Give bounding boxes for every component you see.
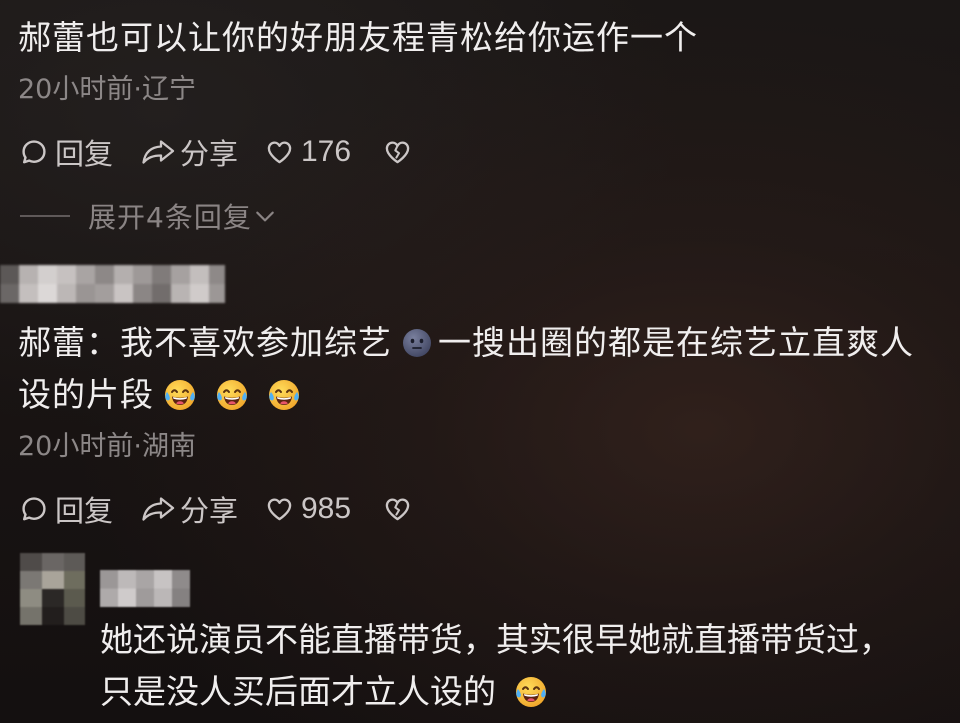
- broken-heart-icon: [385, 498, 410, 521]
- reply-text-line: 只是没人买后面才立人设的: [100, 670, 548, 714]
- reply-button[interactable]: 回复: [20, 489, 113, 529]
- speech-bubble-icon: [22, 497, 46, 521]
- expand-replies-button[interactable]: 展开4条回复: [20, 198, 276, 234]
- share-arrow-icon: [142, 140, 175, 164]
- share-button[interactable]: 分享: [140, 132, 238, 172]
- chevron-down-icon: [256, 211, 274, 222]
- comment-text-segment: 设的片段: [18, 375, 154, 414]
- comment-action-bar: 回复 分享 985: [0, 489, 520, 529]
- like-button[interactable]: 176: [266, 132, 351, 172]
- blurred-avatar[interactable]: [20, 553, 85, 625]
- heart-icon: [267, 498, 292, 521]
- reply-button[interactable]: 回复: [20, 132, 113, 172]
- tears-of-joy-emoji: [163, 378, 197, 412]
- tears-of-joy-emoji: [514, 675, 548, 709]
- divider-dash: [20, 215, 70, 217]
- tears-of-joy-emoji: [267, 378, 301, 412]
- reply-label: 回复: [55, 494, 114, 528]
- comment-meta: 20小时前·辽宁: [18, 74, 196, 105]
- tears-of-joy-emoji: [215, 378, 249, 412]
- expand-replies-label: 展开4条回复: [88, 201, 252, 234]
- reply-text-line: 她还说演员不能直播带货，其实很早她就直播带货过，: [100, 620, 892, 659]
- broken-heart-icon: [385, 141, 410, 164]
- heart-icon: [267, 141, 292, 164]
- speechless-face-emoji: [400, 326, 434, 360]
- like-count: 985: [301, 492, 352, 525]
- speech-bubble-icon: [22, 140, 46, 164]
- comment-text-line: 设的片段: [18, 373, 301, 417]
- dislike-button[interactable]: [384, 489, 411, 529]
- like-button[interactable]: 985: [266, 489, 351, 529]
- share-label: 分享: [180, 137, 239, 171]
- share-button[interactable]: 分享: [140, 489, 238, 529]
- comment-text: 郝蕾也可以让你的好朋友程青松给你运作一个: [18, 18, 698, 57]
- reply-text-segment: 只是没人买后面才立人设的: [100, 672, 496, 711]
- blurred-username[interactable]: [0, 265, 225, 303]
- comment-text-segment: 郝蕾：我不喜欢参加综艺: [18, 323, 392, 362]
- like-count: 176: [301, 135, 352, 168]
- reply-label: 回复: [55, 137, 114, 171]
- comment-action-bar: 回复 分享 176: [0, 132, 520, 172]
- share-arrow-icon: [142, 497, 175, 521]
- dislike-button[interactable]: [384, 132, 411, 172]
- blurred-username[interactable]: [100, 570, 190, 607]
- comment-text-segment: 一搜出圈的都是在综艺立直爽人: [438, 323, 914, 362]
- share-label: 分享: [180, 494, 239, 528]
- comment-text-line: 郝蕾：我不喜欢参加综艺 一搜出圈的都是在综艺立直爽人: [18, 321, 914, 365]
- comment-meta: 20小时前·湖南: [18, 431, 196, 462]
